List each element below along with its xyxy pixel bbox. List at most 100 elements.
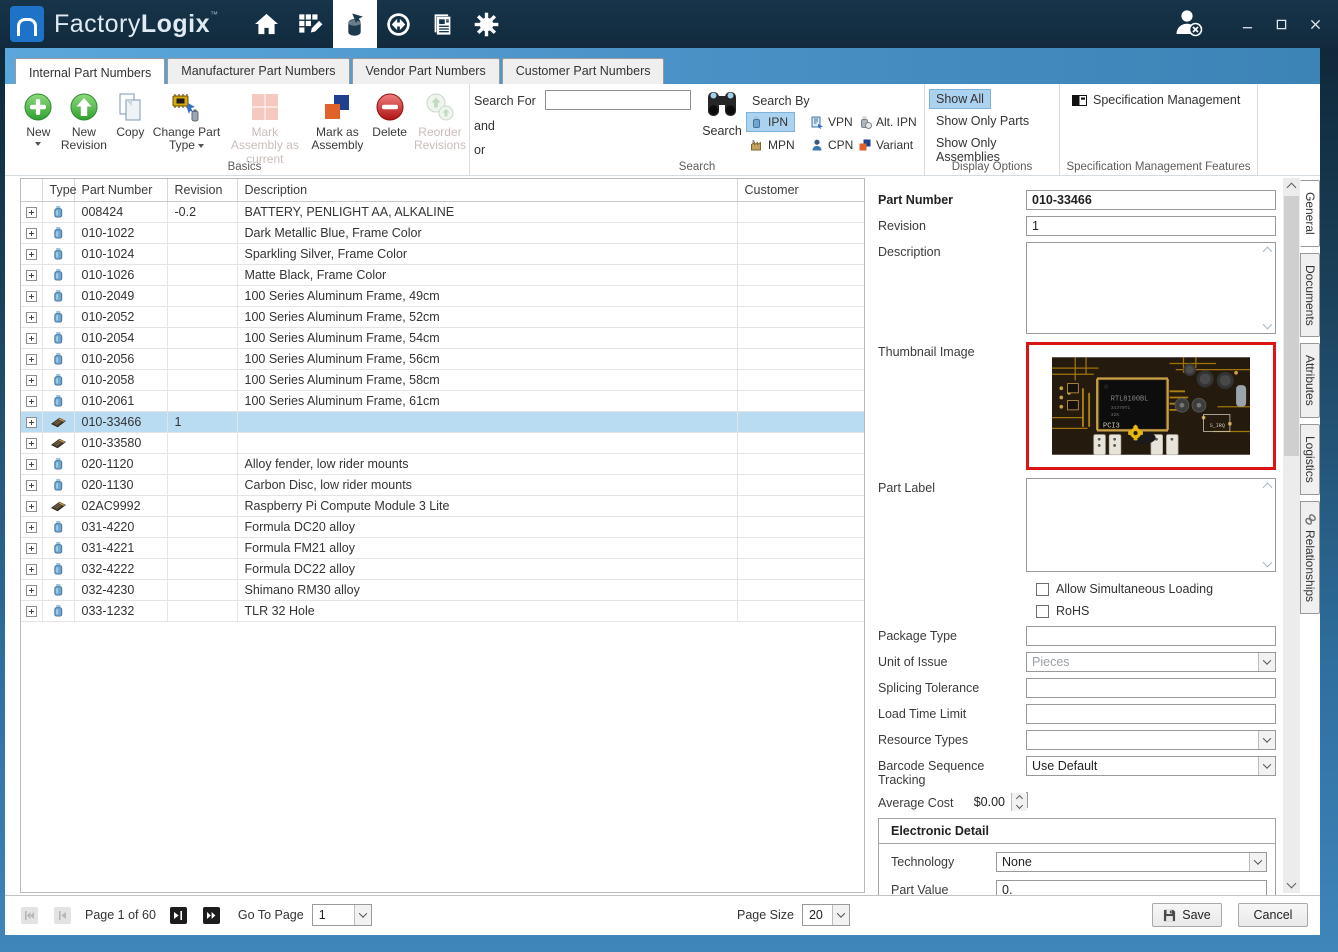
page-size-select[interactable]: 20 [802,904,850,926]
tab-documents[interactable]: Documents [1300,253,1320,338]
row-expand-cell[interactable] [21,495,42,516]
copy-button[interactable]: Copy [111,89,150,141]
row-expand-cell[interactable] [21,306,42,327]
minimize-icon[interactable] [1240,17,1254,31]
tab-general[interactable]: General [1300,180,1320,247]
row-expand-cell[interactable] [21,390,42,411]
expand-plus-icon[interactable] [26,459,37,470]
settings-gear-icon[interactable] [465,0,509,48]
table-row[interactable]: 008424 -0.2 BATTERY, PENLIGHT AA, ALKALI… [21,201,864,222]
last-page-button[interactable] [203,907,220,924]
spinner-arrows-icon[interactable] [1011,793,1027,811]
row-expand-cell[interactable] [21,348,42,369]
column-type[interactable]: Type [42,179,74,201]
row-expand-cell[interactable] [21,327,42,348]
previous-page-button[interactable] [54,907,71,924]
search-by-alt-ipn[interactable]: Alt. IPN [854,112,924,132]
column-customer[interactable]: Customer [737,179,864,201]
first-page-button[interactable] [21,907,38,924]
expand-plus-icon[interactable] [26,375,37,386]
description-textarea[interactable] [1026,242,1276,334]
new-button[interactable]: New [20,89,57,148]
row-expand-cell[interactable] [21,222,42,243]
next-page-button[interactable] [170,907,187,924]
table-row[interactable]: 010-1024 Sparkling Silver, Frame Color [21,243,864,264]
specification-management-button[interactable]: Specification Management [1072,93,1257,107]
maximize-icon[interactable] [1274,17,1288,31]
detail-scrollbar[interactable] [1283,178,1300,893]
part-value-input[interactable] [996,880,1267,895]
part-label-textarea[interactable] [1026,478,1276,572]
expand-plus-icon[interactable] [26,270,37,281]
tab-customer-part-numbers[interactable]: Customer Part Numbers [502,58,665,84]
table-row[interactable]: 010-33580 [21,432,864,453]
expand-plus-icon[interactable] [26,207,37,218]
table-row[interactable]: 031-4220 Formula DC20 alloy [21,516,864,537]
go-to-page-select[interactable]: 1 [312,904,372,926]
new-revision-button[interactable]: New Revision [57,89,111,155]
table-row[interactable]: 032-4222 Formula DC22 alloy [21,558,864,579]
row-expand-cell[interactable] [21,369,42,390]
expand-plus-icon[interactable] [26,543,37,554]
show-all-option[interactable]: Show All [929,89,991,109]
parts-materials-icon[interactable] [333,0,377,48]
expand-plus-icon[interactable] [26,312,37,323]
search-by-vpn[interactable]: VPN [806,112,860,132]
table-row[interactable]: 02AC9992 Raspberry Pi Compute Module 3 L… [21,495,864,516]
row-expand-cell[interactable] [21,474,42,495]
search-by-ipn[interactable]: IPN [746,112,795,132]
row-expand-cell[interactable] [21,411,42,432]
load-time-limit-input[interactable] [1026,704,1276,724]
expand-plus-icon[interactable] [26,291,37,302]
mark-assembly-as-current-button[interactable]: Mark Assembly as current [223,89,306,168]
column-revision[interactable]: Revision [167,179,237,201]
expand-plus-icon[interactable] [26,228,37,239]
thumbnail-image[interactable]: RTL8100BL 34370T1 32K S_IRQ [1026,342,1276,470]
table-row[interactable]: 010-2054 100 Series Aluminum Frame, 54cm [21,327,864,348]
table-row[interactable]: 033-1232 TLR 32 Hole [21,600,864,621]
expand-plus-icon[interactable] [26,354,37,365]
row-expand-cell[interactable] [21,285,42,306]
column-description[interactable]: Description [237,179,737,201]
expand-plus-icon[interactable] [26,333,37,344]
change-part-type-button[interactable]: Change Part Type [150,89,224,155]
row-expand-cell[interactable] [21,558,42,579]
table-row[interactable]: 010-2058 100 Series Aluminum Frame, 58cm [21,369,864,390]
scroll-up-icon[interactable] [1287,183,1297,193]
tab-manufacturer-part-numbers[interactable]: Manufacturer Part Numbers [167,58,349,84]
cancel-button[interactable]: Cancel [1238,903,1308,927]
tab-attributes[interactable]: Attributes [1300,343,1320,418]
row-expand-cell[interactable] [21,201,42,222]
barcode-sequence-tracking-select[interactable]: Use Default [1026,756,1276,776]
resource-types-select[interactable] [1026,730,1276,750]
revision-input[interactable] [1026,216,1276,236]
search-for-input[interactable] [545,90,691,110]
close-icon[interactable] [1308,17,1322,31]
tab-logistics[interactable]: Logistics [1300,424,1320,495]
row-expand-cell[interactable] [21,516,42,537]
mark-as-assembly-button[interactable]: Mark as Assembly [306,89,368,155]
table-row[interactable]: 020-1130 Carbon Disc, low rider mounts [21,474,864,495]
table-row[interactable]: 010-33466 1 [21,411,864,432]
splicing-tolerance-input[interactable] [1026,678,1276,698]
expand-plus-icon[interactable] [26,249,37,260]
table-row[interactable]: 010-2052 100 Series Aluminum Frame, 52cm [21,306,864,327]
row-expand-cell[interactable] [21,453,42,474]
tab-internal-part-numbers[interactable]: Internal Part Numbers [15,58,165,84]
expand-plus-icon[interactable] [26,501,37,512]
production-planning-icon[interactable] [289,0,333,48]
table-row[interactable]: 010-2056 100 Series Aluminum Frame, 56cm [21,348,864,369]
expand-plus-icon[interactable] [26,396,37,407]
row-expand-cell[interactable] [21,432,42,453]
average-cost-spinner[interactable]: $0.00 [1026,792,1028,808]
scrollbar-thumb[interactable] [1284,196,1299,456]
scroll-down-icon[interactable] [1287,879,1297,889]
expand-plus-icon[interactable] [26,480,37,491]
rohs-checkbox[interactable] [1036,605,1049,618]
tab-relationships[interactable]: Relationships [1300,501,1320,614]
save-button[interactable]: Save [1152,903,1222,927]
unit-of-issue-select[interactable]: Pieces [1026,652,1276,672]
row-expand-cell[interactable] [21,600,42,621]
package-type-input[interactable] [1026,626,1276,646]
home-icon[interactable] [245,0,289,48]
